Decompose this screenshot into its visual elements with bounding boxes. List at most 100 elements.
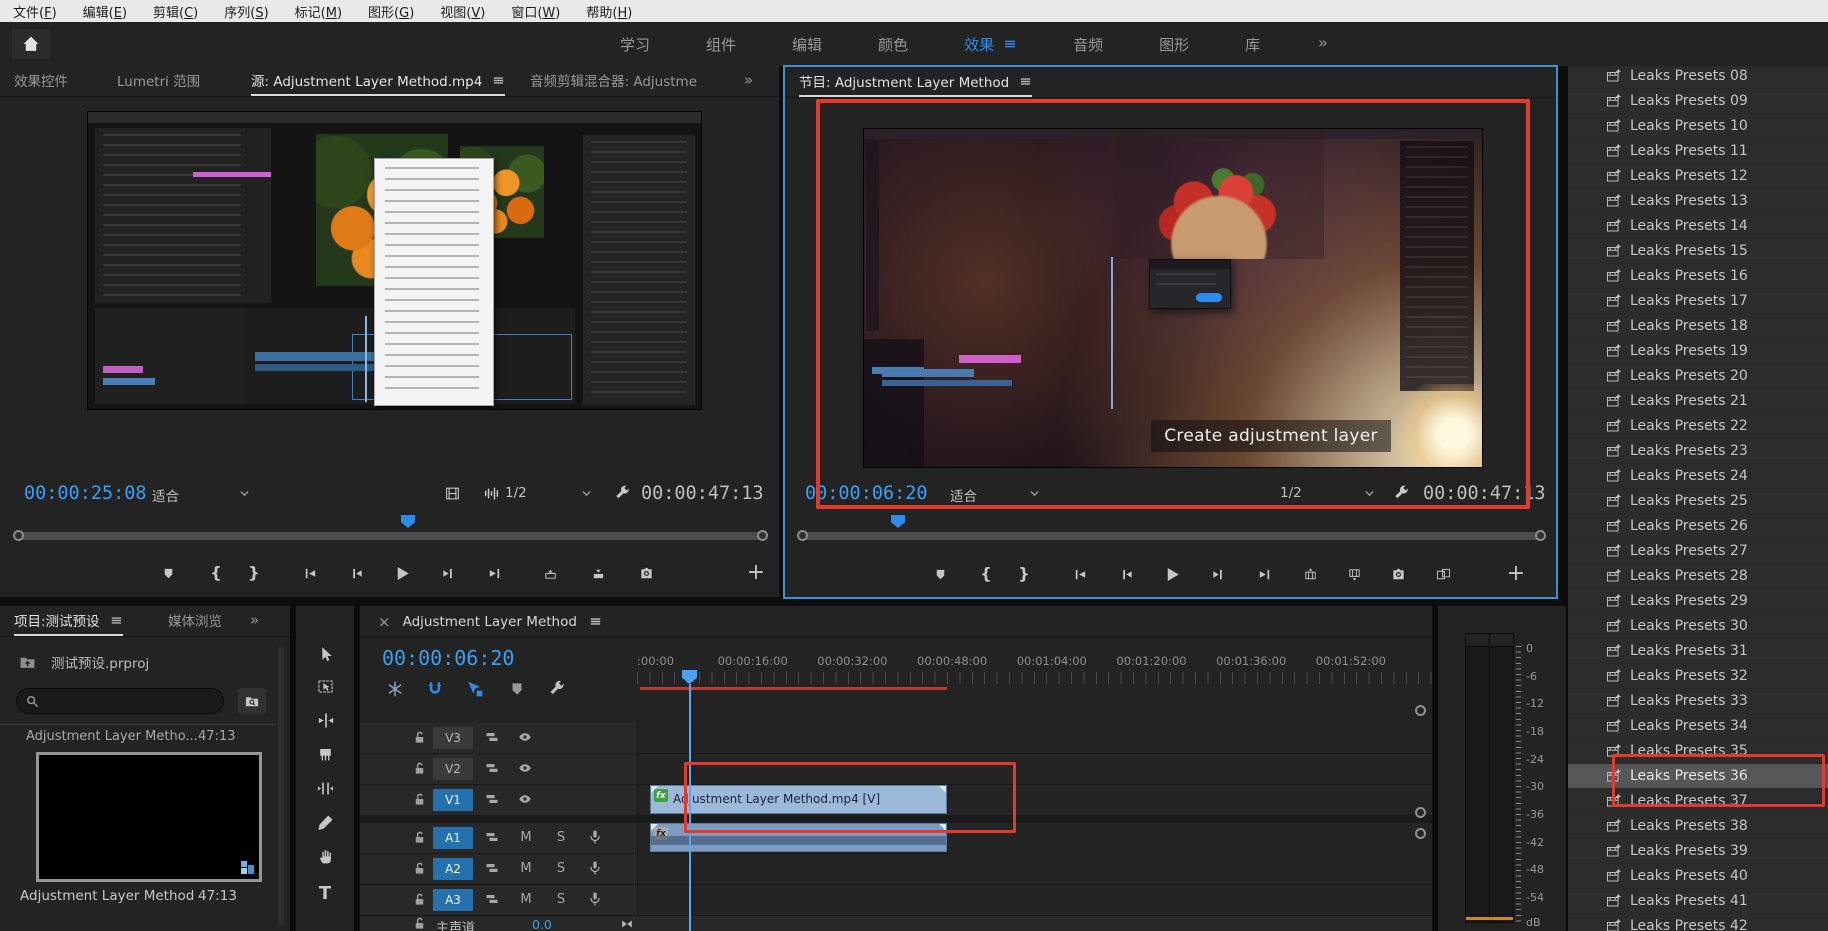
slip-tool[interactable] bbox=[311, 774, 339, 802]
effects-preset-item[interactable]: Leaks Presets 42 bbox=[1568, 914, 1828, 931]
effects-preset-item[interactable]: Leaks Presets 30 bbox=[1568, 614, 1828, 639]
source-resolution-select[interactable]: 1/2 bbox=[505, 485, 527, 501]
chevron-down-icon[interactable] bbox=[580, 487, 593, 500]
menu-item[interactable]: 文件(F) bbox=[0, 2, 70, 21]
source-tabs-overflow-button[interactable]: » bbox=[744, 66, 753, 94]
workspace-tab-编辑[interactable]: 编辑 bbox=[764, 34, 850, 55]
eye-icon[interactable] bbox=[517, 791, 533, 807]
wrench-icon[interactable] bbox=[548, 680, 566, 698]
program-video-frame[interactable]: Create adjustment layer bbox=[863, 128, 1483, 468]
scroll-handle[interactable] bbox=[1415, 828, 1426, 839]
tab-panel-0[interactable]: 效果控件 bbox=[14, 66, 68, 94]
overwrite-button[interactable] bbox=[585, 560, 611, 586]
menu-item[interactable]: 帮助(H) bbox=[573, 2, 645, 21]
menu-item[interactable]: 序列(S) bbox=[211, 2, 281, 21]
audio-clip[interactable]: fx bbox=[650, 823, 947, 852]
effects-preset-item[interactable]: Leaks Presets 34 bbox=[1568, 714, 1828, 739]
effects-preset-item[interactable]: Leaks Presets 20 bbox=[1568, 364, 1828, 389]
effects-preset-item[interactable]: Leaks Presets 18 bbox=[1568, 314, 1828, 339]
effects-preset-item[interactable]: Leaks Presets 37 bbox=[1568, 789, 1828, 814]
workspace-tab-音频[interactable]: 音频 bbox=[1045, 34, 1131, 55]
marker-button[interactable] bbox=[927, 561, 953, 587]
track-target-A2[interactable]: A2 bbox=[433, 858, 473, 880]
master-gain-value[interactable]: 0.0 bbox=[532, 917, 552, 931]
sync-lock-icon[interactable] bbox=[484, 760, 500, 776]
source-zoom-scrollbar[interactable] bbox=[16, 532, 763, 540]
tab-program-monitor[interactable]: 节目: Adjustment Layer Method bbox=[799, 67, 1032, 97]
scroll-handle[interactable] bbox=[1415, 705, 1426, 716]
effects-preset-item[interactable]: Leaks Presets 39 bbox=[1568, 839, 1828, 864]
menu-item[interactable]: 编辑(E) bbox=[70, 2, 140, 21]
project-scrollbar[interactable] bbox=[278, 646, 284, 926]
mute-button[interactable]: M bbox=[518, 892, 534, 907]
program-playhead-marker[interactable] bbox=[891, 515, 905, 528]
eye-icon[interactable] bbox=[517, 760, 533, 776]
program-resolution-select[interactable]: 1/2 bbox=[1280, 485, 1302, 501]
clip-thumbnail[interactable] bbox=[36, 752, 262, 882]
play-button[interactable] bbox=[1159, 561, 1185, 587]
panel-menu-icon[interactable] bbox=[492, 74, 505, 87]
go-to-in-button[interactable] bbox=[297, 560, 323, 586]
settings-wrench-icon[interactable] bbox=[1393, 485, 1410, 502]
effects-preset-item[interactable]: Leaks Presets 40 bbox=[1568, 864, 1828, 889]
bowtie-icon[interactable] bbox=[620, 917, 634, 931]
effects-preset-item[interactable]: Leaks Presets 10 bbox=[1568, 114, 1828, 139]
time-ruler[interactable]: :00:0000:00:16:0000:00:32:0000:00:48:000… bbox=[360, 654, 1432, 670]
effects-preset-item[interactable]: Leaks Presets 26 bbox=[1568, 514, 1828, 539]
audio-meter[interactable] bbox=[1465, 633, 1514, 923]
menu-item[interactable]: 视图(V) bbox=[427, 2, 498, 21]
tab-media-browser[interactable]: 媒体浏览 bbox=[168, 606, 232, 634]
settings-wrench-icon[interactable] bbox=[614, 485, 631, 502]
workspace-tab-效果[interactable]: 效果 bbox=[936, 34, 1045, 55]
effects-preset-item[interactable]: Leaks Presets 41 bbox=[1568, 889, 1828, 914]
track-target-V3[interactable]: V3 bbox=[433, 727, 473, 749]
effects-preset-item[interactable]: Leaks Presets 32 bbox=[1568, 664, 1828, 689]
panel-menu-icon[interactable] bbox=[1019, 75, 1032, 88]
scrollbar-knob-left[interactable] bbox=[797, 530, 808, 541]
panel-menu-icon[interactable] bbox=[1003, 37, 1017, 51]
hand-tool[interactable] bbox=[311, 842, 339, 870]
effects-preset-item[interactable]: Leaks Presets 35 bbox=[1568, 739, 1828, 764]
master-track-row[interactable]: 主声道 0.0 bbox=[360, 916, 1432, 931]
menu-item[interactable]: 标记(M) bbox=[282, 2, 355, 21]
workspace-tab-学习[interactable]: 学习 bbox=[592, 34, 678, 55]
extract-button[interactable] bbox=[1341, 561, 1367, 587]
lock-open-icon[interactable] bbox=[412, 830, 427, 845]
play-button[interactable] bbox=[389, 560, 415, 586]
mark-out-button[interactable]: } bbox=[241, 560, 267, 586]
track-target-A1[interactable]: A1 bbox=[433, 827, 473, 849]
tab-panel-1[interactable]: Lumetri 范围 bbox=[117, 66, 200, 94]
effects-preset-item[interactable]: Leaks Presets 21 bbox=[1568, 389, 1828, 414]
sync-lock-icon[interactable] bbox=[484, 791, 500, 807]
lock-open-icon[interactable] bbox=[412, 861, 427, 876]
add-button[interactable]: + bbox=[743, 560, 769, 586]
selection-tool[interactable] bbox=[311, 640, 339, 668]
project-list-item[interactable]: Adjustment Layer Metho... 47:13 bbox=[0, 724, 276, 749]
comparison-view-button[interactable] bbox=[1430, 561, 1456, 587]
track-lane[interactable] bbox=[637, 754, 1432, 784]
scrollbar-knob-left[interactable] bbox=[13, 530, 24, 541]
go-to-out-button[interactable] bbox=[1251, 561, 1277, 587]
track-select-tool[interactable] bbox=[311, 672, 339, 700]
mark-in-button[interactable]: { bbox=[203, 560, 229, 586]
solo-button[interactable]: S bbox=[553, 861, 569, 876]
mic-icon[interactable] bbox=[587, 860, 603, 876]
track-lane[interactable] bbox=[637, 723, 1432, 753]
search-in-bin-button[interactable] bbox=[238, 688, 266, 714]
effects-preset-item[interactable]: Leaks Presets 28 bbox=[1568, 564, 1828, 589]
program-zoom-select[interactable]: 适合 bbox=[950, 485, 977, 505]
workspace-overflow-button[interactable]: » bbox=[1318, 33, 1328, 52]
add-button[interactable]: + bbox=[1503, 561, 1529, 587]
track-lane[interactable] bbox=[637, 854, 1432, 884]
track-target-V2[interactable]: V2 bbox=[433, 758, 473, 780]
step-forward-button[interactable] bbox=[1205, 561, 1231, 587]
chevron-down-icon[interactable] bbox=[1363, 487, 1376, 500]
mic-icon[interactable] bbox=[587, 891, 603, 907]
effects-preset-item[interactable]: Leaks Presets 24 bbox=[1568, 464, 1828, 489]
linked-selection-icon[interactable] bbox=[466, 680, 484, 698]
effects-preset-item[interactable]: Leaks Presets 12 bbox=[1568, 164, 1828, 189]
lift-button[interactable] bbox=[1297, 561, 1323, 587]
export-frame-button[interactable] bbox=[633, 560, 659, 586]
export-frame-button[interactable] bbox=[1385, 561, 1411, 587]
track-lane[interactable] bbox=[637, 885, 1432, 915]
